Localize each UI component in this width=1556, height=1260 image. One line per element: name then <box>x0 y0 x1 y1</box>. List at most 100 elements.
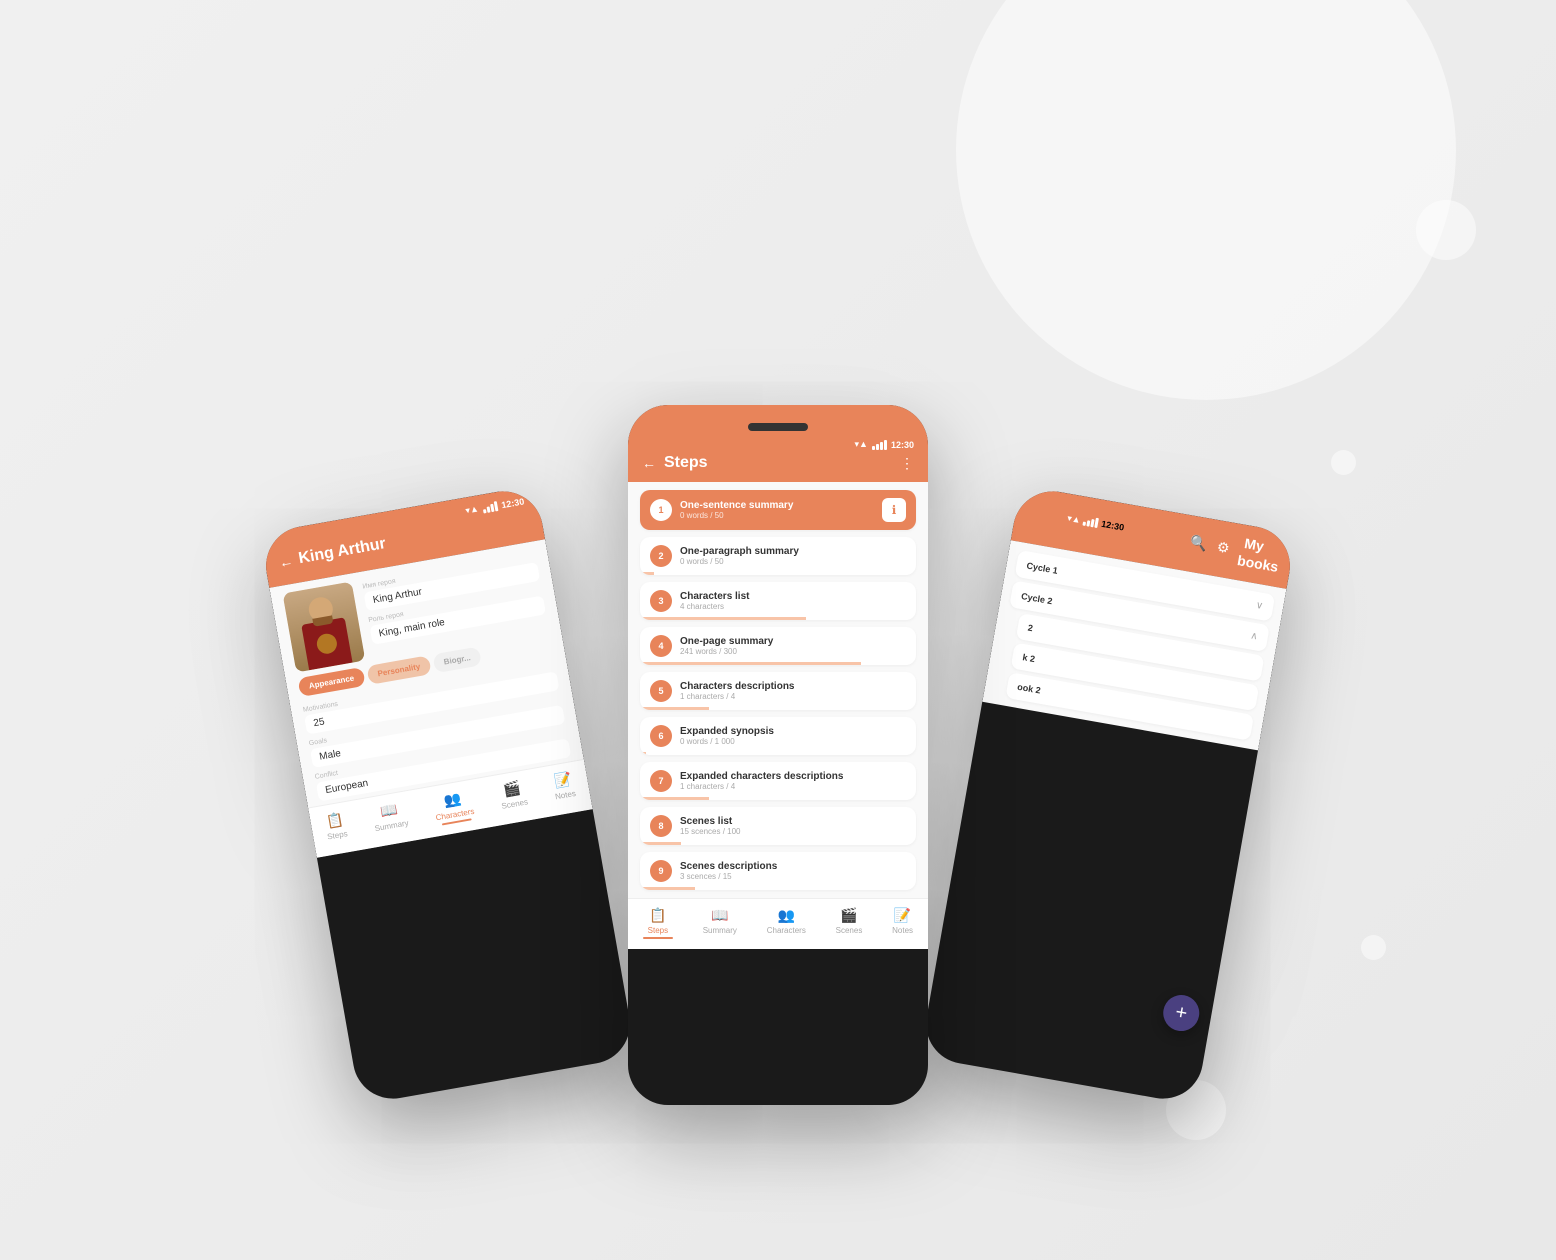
center-title: Steps <box>664 454 708 472</box>
right-settings-icon[interactable]: ⚙ <box>1216 538 1231 557</box>
left-nav-steps[interactable]: 📋 Steps <box>323 810 349 845</box>
phone-right-inner: ▾▲ 12:30 🔍 ⚙ My books <box>920 485 1296 1105</box>
step-subtitle-2: 0 words / 50 <box>680 557 906 566</box>
bg-decoration-3 <box>1331 450 1356 475</box>
phone-left-inner: ▾▲ 12:30 ← King Arthur <box>260 485 636 1105</box>
step-progress-9 <box>640 887 695 890</box>
center-signal-icon <box>872 440 887 450</box>
chevron-up-icon: ∧ <box>1250 630 1259 642</box>
summary-nav-icon: 📖 <box>379 801 399 821</box>
step-info-5: Characters descriptions 1 characters / 4 <box>680 681 906 701</box>
step-number-1: 1 <box>650 499 672 521</box>
step-subtitle-8: 15 scences / 100 <box>680 827 906 836</box>
tab-personality[interactable]: Personality <box>366 655 431 685</box>
center-characters-nav-label: Characters <box>767 926 806 935</box>
center-header: ▾▲ 12:30 ← Steps ⋮ <box>628 431 928 482</box>
center-back-button[interactable]: ← <box>642 455 656 471</box>
step-info-7: Expanded characters descriptions 1 chara… <box>680 771 906 791</box>
notes-nav-label: Notes <box>554 789 576 801</box>
center-characters-nav-icon: 👥 <box>778 907 795 924</box>
step-item-2[interactable]: 2 One-paragraph summary 0 words / 50 <box>640 537 916 575</box>
step-title-2: One-paragraph summary <box>680 546 906 557</box>
chevron-down-icon: ∨ <box>1255 600 1264 612</box>
step-info-8: Scenes list 15 scences / 100 <box>680 816 906 836</box>
step-progress-3 <box>640 617 806 620</box>
center-nav-scenes[interactable]: 🎬 Scenes <box>836 907 863 939</box>
step-title-9: Scenes descriptions <box>680 861 906 872</box>
book-title: k 2 <box>1022 652 1036 664</box>
step-title-4: One-page summary <box>680 636 906 647</box>
phone-center: ▾▲ 12:30 ← Steps ⋮ <box>628 405 928 1105</box>
step-progress-5 <box>640 707 709 710</box>
step-number-5: 5 <box>650 680 672 702</box>
tab-biography[interactable]: Biogr... <box>432 646 482 673</box>
center-nav-notes[interactable]: 📝 Notes <box>892 907 913 939</box>
scenes-nav-label: Scenes <box>501 797 529 810</box>
left-back-button[interactable]: ← <box>278 552 295 570</box>
step-item-4[interactable]: 4 One-page summary 241 words / 300 <box>640 627 916 665</box>
step-subtitle-9: 3 scences / 15 <box>680 872 906 881</box>
character-avatar <box>283 582 366 673</box>
step-info-icon-1[interactable]: ℹ <box>882 498 906 522</box>
center-screen-content: 1 One-sentence summary 0 words / 50 ℹ 2 … <box>628 482 928 949</box>
step-subtitle-6: 0 words / 1 000 <box>680 737 906 746</box>
step-item-6[interactable]: 6 Expanded synopsis 0 words / 1 000 <box>640 717 916 755</box>
more-options-icon[interactable]: ⋮ <box>900 455 914 472</box>
step-number-8: 8 <box>650 815 672 837</box>
center-nav-active-indicator <box>643 937 673 939</box>
step-number-6: 6 <box>650 725 672 747</box>
book-title: Cycle 1 <box>1026 560 1059 575</box>
center-scenes-nav-label: Scenes <box>836 926 863 935</box>
phones-scene: ▾▲ 12:30 ← King Arthur <box>328 155 1228 1105</box>
center-wifi-icon: ▾▲ <box>855 439 868 450</box>
step-progress-2 <box>640 572 654 575</box>
step-number-3: 3 <box>650 590 672 612</box>
step-progress-6 <box>640 752 646 755</box>
step-item-1[interactable]: 1 One-sentence summary 0 words / 50 ℹ <box>640 490 916 530</box>
left-nav-scenes[interactable]: 🎬 Scenes <box>497 779 529 815</box>
step-item-8[interactable]: 8 Scenes list 15 scences / 100 <box>640 807 916 845</box>
step-info-1: One-sentence summary 0 words / 50 <box>680 500 874 520</box>
book-title: 2 <box>1027 623 1034 634</box>
left-nav-summary[interactable]: 📖 Summary <box>371 800 410 837</box>
right-wifi-icon: ▾▲ <box>1066 512 1081 525</box>
steps-nav-icon: 📋 <box>325 811 345 831</box>
right-title: My books <box>1236 534 1279 575</box>
center-summary-nav-label: Summary <box>703 926 737 935</box>
step-number-9: 9 <box>650 860 672 882</box>
steps-nav-label: Steps <box>327 829 349 841</box>
phone-left: ▾▲ 12:30 ← King Arthur <box>260 485 636 1105</box>
step-item-7[interactable]: 7 Expanded characters descriptions 1 cha… <box>640 762 916 800</box>
step-item-3[interactable]: 3 Characters list 4 characters <box>640 582 916 620</box>
step-progress-8 <box>640 842 681 845</box>
step-item-5[interactable]: 5 Characters descriptions 1 characters /… <box>640 672 916 710</box>
step-subtitle-3: 4 characters <box>680 602 906 611</box>
characters-nav-icon: 👥 <box>442 790 462 810</box>
step-title-5: Characters descriptions <box>680 681 906 692</box>
center-header-row: ← Steps ⋮ <box>642 454 914 472</box>
bg-decoration-2 <box>1416 200 1476 260</box>
step-title-3: Characters list <box>680 591 906 602</box>
left-nav-characters[interactable]: 👥 Characters <box>432 788 476 826</box>
summary-nav-label: Summary <box>374 818 409 833</box>
step-subtitle-7: 1 characters / 4 <box>680 782 906 791</box>
step-title-7: Expanded characters descriptions <box>680 771 906 782</box>
step-number-4: 4 <box>650 635 672 657</box>
step-title-6: Expanded synopsis <box>680 726 906 737</box>
step-info-3: Characters list 4 characters <box>680 591 906 611</box>
scenes-nav-icon: 🎬 <box>502 779 522 799</box>
phone-speaker <box>748 423 808 431</box>
center-nav-steps[interactable]: 📋 Steps <box>643 907 673 939</box>
center-notes-nav-icon: 📝 <box>894 907 911 924</box>
center-nav-summary[interactable]: 📖 Summary <box>703 907 737 939</box>
center-nav-characters[interactable]: 👥 Characters <box>767 907 806 939</box>
center-notes-nav-label: Notes <box>892 926 913 935</box>
step-info-2: One-paragraph summary 0 words / 50 <box>680 546 906 566</box>
step-progress-7 <box>640 797 709 800</box>
left-nav-notes[interactable]: 📝 Notes <box>551 770 577 805</box>
step-info-4: One-page summary 241 words / 300 <box>680 636 906 656</box>
left-wifi-icon: ▾▲ <box>465 503 480 516</box>
right-search-icon[interactable]: 🔍 <box>1189 533 1209 553</box>
step-item-9[interactable]: 9 Scenes descriptions 3 scences / 15 <box>640 852 916 890</box>
step-subtitle-5: 1 characters / 4 <box>680 692 906 701</box>
